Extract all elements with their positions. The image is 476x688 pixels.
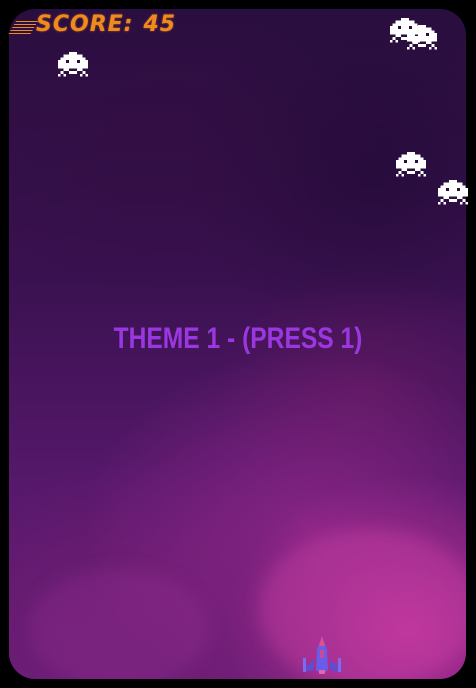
- space-invader-icon: [438, 180, 468, 210]
- speed-lines-icon: [7, 20, 39, 35]
- space-invader-icon: [396, 152, 426, 182]
- spaceship-icon[interactable]: [300, 632, 344, 676]
- nebula-cloud: [29, 569, 209, 679]
- theme-message: THEME 1 - (PRESS 1): [113, 322, 363, 355]
- score-label: SCORE:: [36, 12, 134, 37]
- space-invader-icon: [407, 25, 437, 55]
- score-display: SCORE: 45: [7, 12, 177, 37]
- score-value: 45: [143, 12, 177, 37]
- nebula-cloud: [259, 529, 466, 679]
- space-invader-icon: [58, 52, 88, 82]
